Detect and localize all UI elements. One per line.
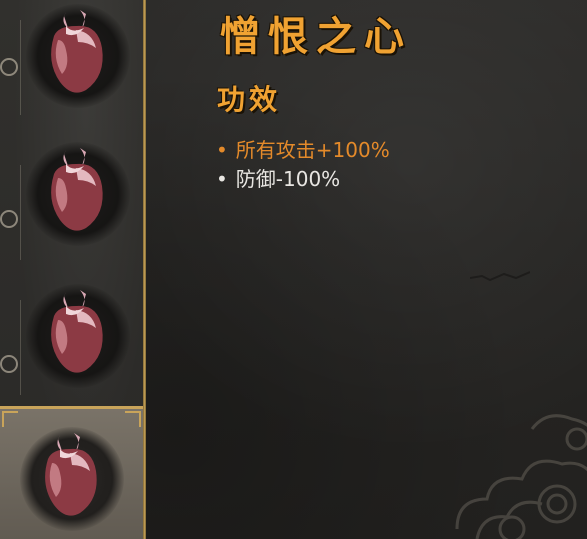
crack-decoration <box>470 271 530 282</box>
panel-divider <box>143 0 146 539</box>
item-title: 憎恨之心 <box>220 13 412 60</box>
effect-text: 防御-100% <box>235 167 341 191</box>
cloud-pattern-decoration <box>455 414 587 539</box>
bullet: • <box>216 167 228 191</box>
side-category-icon[interactable] <box>0 355 18 373</box>
selected-slot-content <box>16 423 134 539</box>
effect-item-attack: • 所有攻击+100% <box>216 136 390 165</box>
heart-icon <box>51 290 103 373</box>
side-strip <box>0 300 21 395</box>
item-detail-screen: 憎恨之心 功效 • 所有攻击+100% • 防御-100% <box>0 0 587 539</box>
effects-list: • 所有攻击+100% • 防御-100% <box>216 136 390 194</box>
side-category-icon[interactable] <box>0 58 18 76</box>
item-slot-column <box>0 0 143 539</box>
heart-icon <box>51 148 103 231</box>
item-slot-3[interactable] <box>22 280 140 398</box>
effect-item-defense: • 防御-100% <box>216 165 390 194</box>
side-category-icon[interactable] <box>0 210 18 228</box>
effects-heading: 功效 <box>217 83 282 116</box>
item-slot-1[interactable] <box>22 0 140 118</box>
heart-icon <box>51 10 103 93</box>
heart-icon <box>45 433 97 516</box>
effect-text: 所有攻击+100% <box>235 138 390 162</box>
item-slot-2[interactable] <box>22 138 140 256</box>
bullet: • <box>216 138 228 162</box>
item-slot-4-selected[interactable] <box>0 406 143 539</box>
